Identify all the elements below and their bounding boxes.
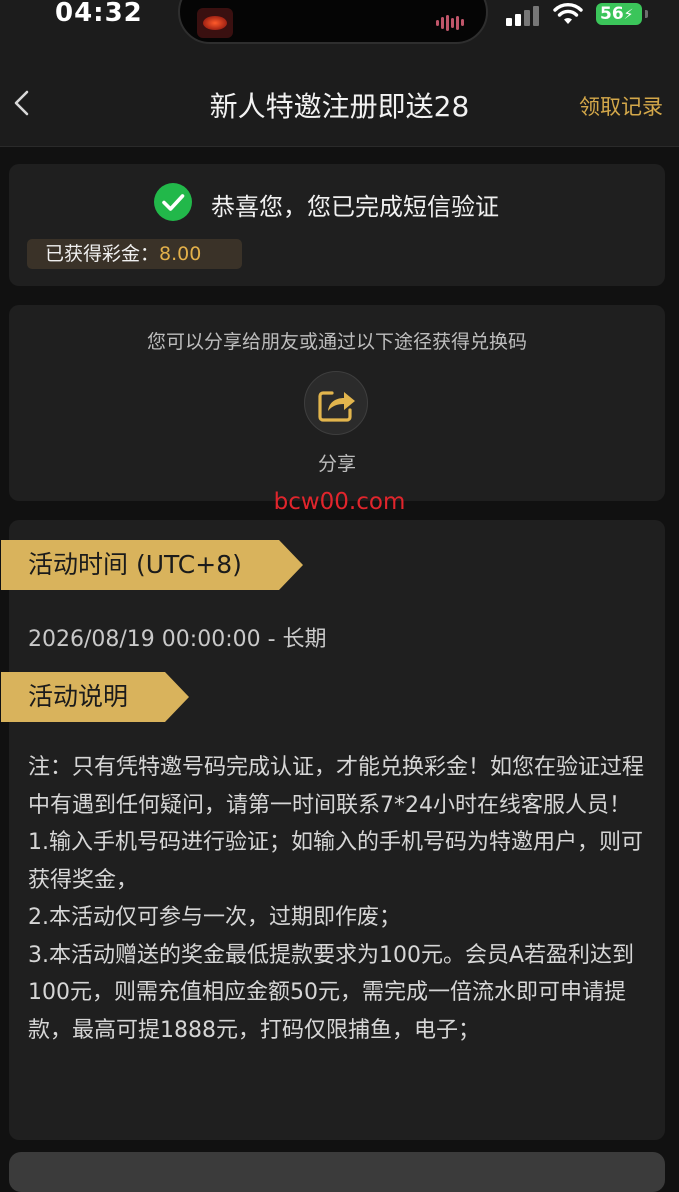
activity-rules: 注：只有凭特邀号码完成认证，才能兑换彩金！如您在验证过程中有遇到任何疑问，请第一… — [28, 749, 658, 1049]
battery-indicator: 56⚡ — [596, 3, 642, 25]
bonus-label: 已获得彩金： — [45, 243, 160, 265]
site-watermark: bcw00.com — [273, 489, 406, 515]
bottom-action-bar[interactable] — [9, 1152, 665, 1192]
share-button[interactable] — [304, 371, 368, 435]
claim-records-link[interactable]: 领取记录 — [579, 91, 663, 121]
share-icon — [318, 391, 355, 422]
rule-item: 3.本活动赠送的奖金最低提款要求为100元。会员A若盈利达到100元，则需充值相… — [28, 942, 635, 1043]
bonus-badge: 已获得彩金：8.00 — [27, 239, 242, 269]
activity-description-heading: 活动说明 — [1, 672, 189, 722]
battery-cap — [645, 10, 648, 18]
activity-period: 2026/08/19 00:00:00 - 长期 — [28, 627, 327, 652]
app-thumbnail-icon — [197, 8, 233, 38]
battery-level: 56 — [600, 4, 624, 24]
bonus-value: 8.00 — [159, 243, 202, 265]
audio-wave-icon — [436, 12, 472, 31]
rule-item: 2.本活动仅可参与一次，过期即作废； — [28, 905, 401, 930]
check-circle-icon — [154, 183, 192, 221]
activity-card: 活动时间 (UTC+8) 2026/08/19 00:00:00 - 长期 活动… — [9, 520, 665, 1140]
activity-time-heading: 活动时间 (UTC+8) — [1, 540, 303, 590]
share-card: 您可以分享给朋友或通过以下途径获得兑换码 分享 — [9, 305, 665, 501]
share-hint: 您可以分享给朋友或通过以下途径获得兑换码 — [146, 331, 527, 353]
share-label: 分享 — [317, 453, 356, 475]
rule-note: 注：只有凭特邀号码完成认证，才能兑换彩金！如您在验证过程中有遇到任何疑问，请第一… — [28, 755, 645, 818]
charging-bolt-icon: ⚡ — [623, 7, 634, 23]
status-bar: 04:32 56⚡ — [0, 0, 679, 60]
page-title: 新人特邀注册即送28 — [209, 90, 470, 123]
wifi-icon — [553, 3, 583, 24]
dynamic-island — [178, 0, 488, 44]
status-time: 04:32 — [55, 0, 143, 28]
verification-message: 恭喜您，您已完成短信验证 — [211, 193, 499, 221]
cellular-signal-icon — [506, 6, 542, 26]
nav-header: 新人特邀注册即送28 领取记录 — [0, 60, 679, 147]
verification-card: 恭喜您，您已完成短信验证 已获得彩金：8.00 — [9, 164, 665, 286]
rule-item: 1.输入手机号码进行验证；如输入的手机号码为特邀用户，则可获得奖金， — [28, 830, 643, 893]
